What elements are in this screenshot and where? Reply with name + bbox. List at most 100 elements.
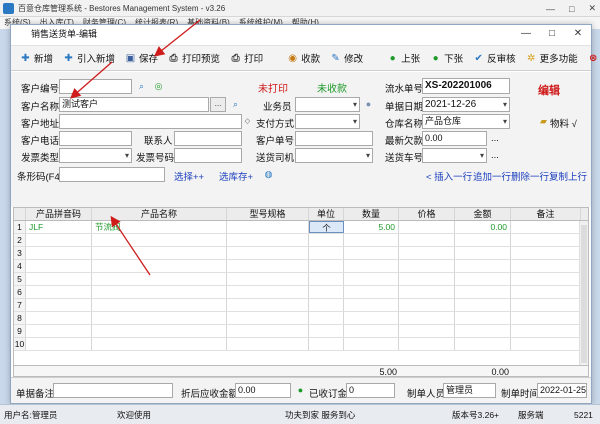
search-icon[interactable]: ⌕ <box>136 81 147 92</box>
cell-price[interactable] <box>399 234 455 246</box>
cell-name[interactable] <box>92 286 227 298</box>
barcode-input[interactable] <box>59 167 165 182</box>
cell-note[interactable] <box>511 338 581 350</box>
driver-select[interactable] <box>295 148 373 163</box>
cell-code[interactable] <box>26 234 92 246</box>
maximize-icon[interactable]: □ <box>569 4 574 14</box>
note-input[interactable] <box>53 383 173 398</box>
cell-qty[interactable] <box>344 299 399 311</box>
table-row[interactable]: 6 <box>14 286 588 299</box>
folder-icon[interactable]: ▰ <box>538 116 549 127</box>
cell-price[interactable] <box>399 260 455 272</box>
cell-note[interactable] <box>511 221 581 233</box>
cell-price[interactable] <box>399 273 455 285</box>
col-header-code[interactable]: 产品拼音码 <box>26 208 92 220</box>
cell-spec[interactable] <box>227 299 309 311</box>
dialog-close-icon[interactable]: ✕ <box>565 25 591 43</box>
customer-name-browse-button[interactable]: ... <box>210 97 226 112</box>
cell-unit[interactable] <box>309 247 344 259</box>
dialog-maximize-icon[interactable]: □ <box>539 25 565 43</box>
new-button[interactable]: ✚ 新增 <box>15 48 58 68</box>
cell-note[interactable] <box>511 247 581 259</box>
globe-icon[interactable]: ◍ <box>263 169 274 180</box>
insert-row-link[interactable]: < 插入一行 <box>426 169 472 183</box>
table-row[interactable]: 5 <box>14 273 588 286</box>
cell-qty[interactable] <box>344 325 399 337</box>
invoice-no-input[interactable] <box>174 148 242 163</box>
select-plus-link[interactable]: 选择++ <box>174 169 204 183</box>
payment-method-select[interactable] <box>295 114 360 129</box>
dropdown-icon[interactable]: ◇ <box>242 116 253 127</box>
cell-note[interactable] <box>511 312 581 324</box>
cell-name[interactable] <box>92 260 227 272</box>
cell-qty[interactable] <box>344 260 399 272</box>
cell-unit[interactable] <box>309 325 344 337</box>
print-button[interactable]: ⎙ 打印 <box>225 48 268 68</box>
cell-price[interactable] <box>399 286 455 298</box>
cell-price[interactable] <box>399 221 455 233</box>
cell-price[interactable] <box>399 338 455 350</box>
cell-qty[interactable] <box>344 273 399 285</box>
scroll-thumb[interactable] <box>581 225 587 363</box>
table-row[interactable]: 3 <box>14 247 588 260</box>
previous-button[interactable]: ● 上张 <box>382 48 425 68</box>
refresh-icon[interactable]: ◎ <box>153 81 164 92</box>
cell-spec[interactable] <box>227 234 309 246</box>
cell-price[interactable] <box>399 247 455 259</box>
invoice-type-select[interactable] <box>59 148 132 163</box>
vehicle-more[interactable]: ... <box>491 150 499 161</box>
customer-name-input[interactable]: 测试客户 <box>59 97 209 112</box>
table-row[interactable]: 4 <box>14 260 588 273</box>
material-toggle[interactable]: 物料 √ <box>550 116 577 130</box>
payment-button[interactable]: ◉ 收款 <box>282 48 325 68</box>
cell-name[interactable] <box>92 273 227 285</box>
customer-code-input[interactable] <box>59 79 132 94</box>
cell-note[interactable] <box>511 325 581 337</box>
search-icon[interactable]: ⌕ <box>230 99 241 110</box>
cell-qty[interactable] <box>344 234 399 246</box>
cell-amount[interactable] <box>455 273 511 285</box>
cell-unit[interactable] <box>309 299 344 311</box>
cell-price[interactable] <box>399 312 455 324</box>
cell-qty[interactable] <box>344 312 399 324</box>
warehouse-select[interactable]: 产品仓库 <box>422 114 510 129</box>
cell-spec[interactable] <box>227 312 309 324</box>
col-header-qty[interactable]: 数量 <box>344 208 399 220</box>
minimize-icon[interactable]: — <box>546 4 555 14</box>
cell-code[interactable]: JLF <box>26 221 92 233</box>
cell-amount[interactable] <box>455 247 511 259</box>
cell-unit[interactable] <box>309 273 344 285</box>
cell-note[interactable] <box>511 273 581 285</box>
cell-note[interactable] <box>511 286 581 298</box>
import-new-button[interactable]: ✚ 引入新增 <box>58 48 120 68</box>
cell-spec[interactable] <box>227 338 309 350</box>
col-header-amount[interactable]: 金额 <box>455 208 511 220</box>
cell-code[interactable] <box>26 312 92 324</box>
select-stock-link[interactable]: 选库存+ <box>219 169 253 183</box>
serial-input[interactable]: XS-202201006 <box>422 78 510 94</box>
cell-unit[interactable]: 个 <box>309 221 344 233</box>
salesman-select[interactable] <box>295 97 360 112</box>
copy-up-link[interactable]: 复制上行 <box>549 169 587 183</box>
vehicle-select[interactable] <box>422 148 487 163</box>
cell-amount[interactable] <box>455 338 511 350</box>
cell-name[interactable] <box>92 299 227 311</box>
cell-unit[interactable] <box>309 312 344 324</box>
table-row[interactable]: 8 <box>14 312 588 325</box>
cell-qty[interactable] <box>344 247 399 259</box>
cell-amount[interactable] <box>455 286 511 298</box>
table-row[interactable]: 9 <box>14 325 588 338</box>
cell-qty[interactable]: 5.00 <box>344 221 399 233</box>
cell-spec[interactable] <box>227 221 309 233</box>
cell-unit[interactable] <box>309 286 344 298</box>
cell-qty[interactable] <box>344 286 399 298</box>
cell-unit[interactable] <box>309 260 344 272</box>
date-picker[interactable]: 2021-12-26 <box>422 97 510 112</box>
cell-amount[interactable] <box>455 312 511 324</box>
cell-amount[interactable] <box>455 260 511 272</box>
cell-amount[interactable] <box>455 299 511 311</box>
cell-spec[interactable] <box>227 325 309 337</box>
table-row[interactable]: 1 JLF 节流阀 个 5.00 0.00 <box>14 221 588 234</box>
cell-spec[interactable] <box>227 260 309 272</box>
cell-amount[interactable]: 0.00 <box>455 221 511 233</box>
